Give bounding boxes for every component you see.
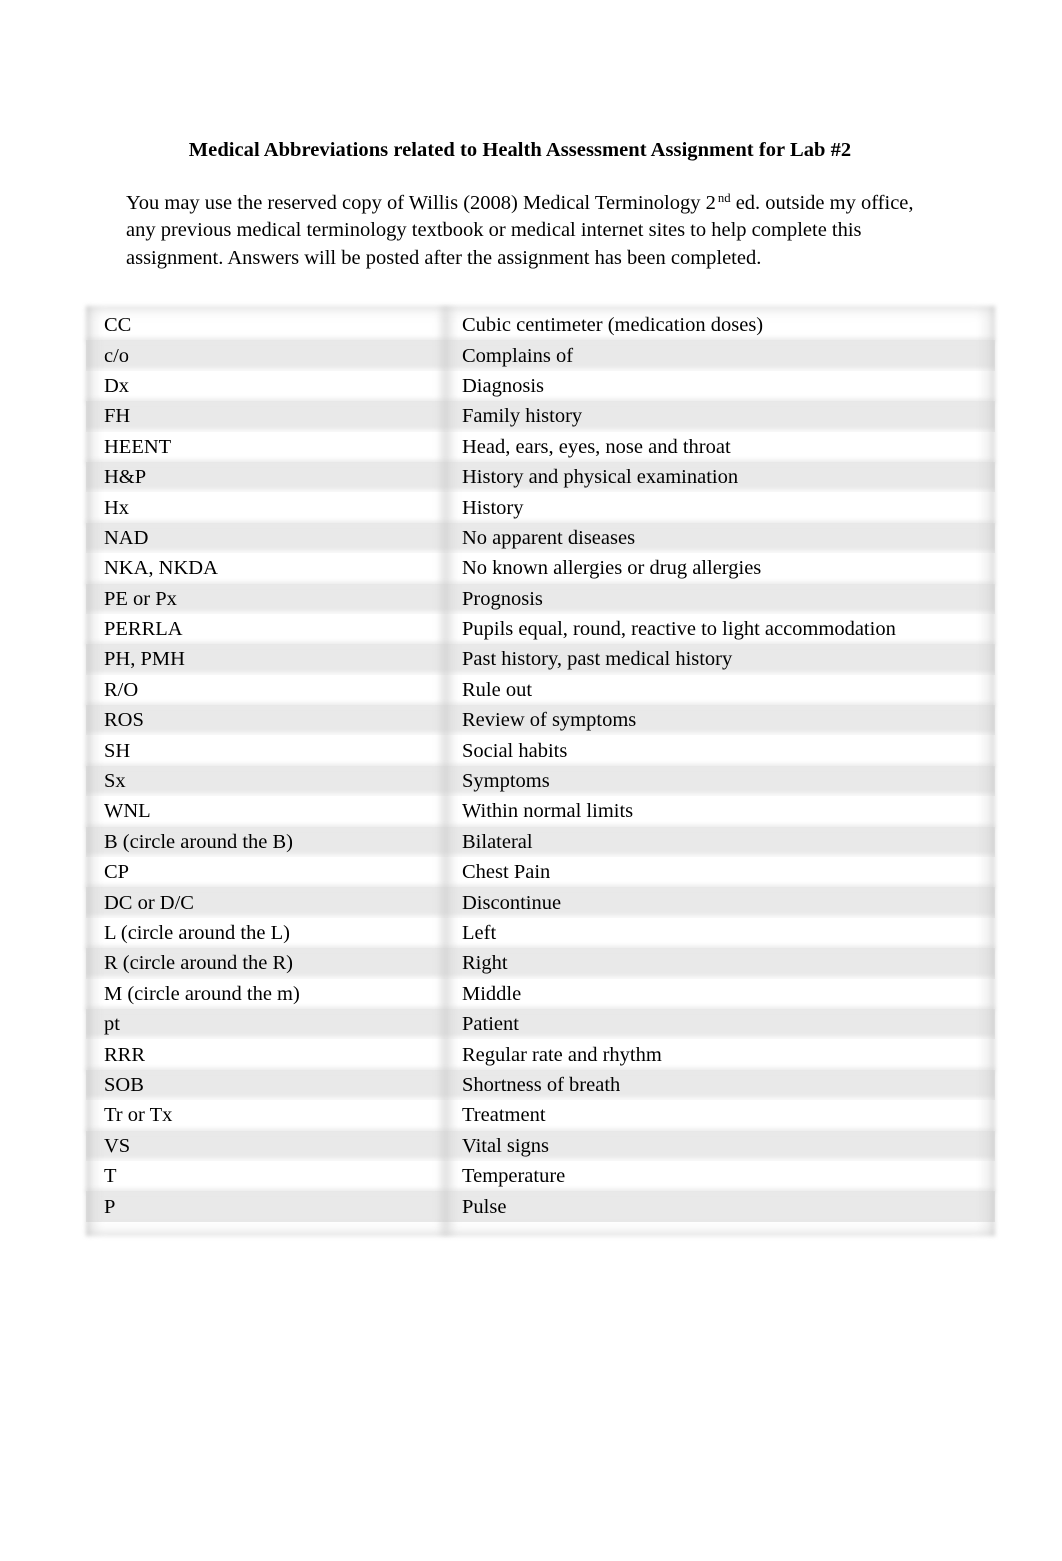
- meaning-cell: Regular rate and rhythm: [462, 1043, 662, 1066]
- meaning-cell: Treatment: [462, 1104, 546, 1127]
- abbreviation-cell: DC or D/C: [104, 891, 194, 914]
- abbreviation-cell: PH, PMH: [104, 648, 185, 671]
- abbreviation-cell: Dx: [104, 374, 130, 397]
- meaning-cell: Pupils equal, round, reactive to light a…: [462, 618, 896, 641]
- abbreviation-cell: B (circle around the B): [104, 830, 293, 853]
- document-page: Medical Abbreviations related to Health …: [0, 0, 1062, 1561]
- table-row: M (circle around the m) Middle: [86, 978, 995, 1009]
- abbreviation-cell: NAD: [104, 526, 149, 549]
- abbreviation-cell: CC: [104, 314, 132, 337]
- table-row: R (circle around the R) Right: [86, 948, 995, 979]
- meaning-cell: No apparent diseases: [462, 526, 636, 549]
- table-row: PE or Px Prognosis: [86, 583, 995, 614]
- intro-paragraph: You may use the reserved copy of Willis …: [126, 190, 938, 273]
- abbreviation-cell: M (circle around the m): [104, 982, 300, 1005]
- table-row: Tr or Tx Treatment: [86, 1100, 995, 1131]
- meaning-cell: No known allergies or drug allergies: [462, 557, 762, 580]
- table-row: RRR Regular rate and rhythm: [86, 1039, 995, 1070]
- abbreviation-cell: P: [104, 1195, 116, 1218]
- meaning-cell: Head, ears, eyes, nose and throat: [462, 435, 731, 458]
- table-row: Sx Symptoms: [86, 765, 995, 797]
- table-row: Dx Diagnosis: [86, 370, 995, 402]
- abbreviation-cell: WNL: [104, 800, 151, 823]
- meaning-cell: Prognosis: [462, 587, 543, 610]
- meaning-cell: Past history, past medical history: [462, 648, 733, 671]
- meaning-cell: Social habits: [462, 739, 568, 762]
- meaning-cell: Patient: [462, 1013, 519, 1036]
- abbreviation-cell: Tr or Tx: [104, 1104, 173, 1127]
- abbreviation-cell: ROS: [104, 709, 144, 732]
- abbreviation-cell: NKA, NKDA: [104, 557, 218, 580]
- abbreviation-cell: SOB: [104, 1073, 144, 1096]
- meaning-cell: Chest Pain: [462, 861, 551, 884]
- meaning-cell: Shortness of breath: [462, 1073, 621, 1096]
- table-row: T Temperature: [86, 1160, 995, 1192]
- abbreviation-cell: c/o: [104, 344, 130, 367]
- meaning-cell: Pulse: [462, 1195, 507, 1218]
- table-row: CP Chest Pain: [86, 857, 995, 888]
- meaning-cell: Vital signs: [462, 1134, 550, 1157]
- abbreviation-cell: HEENT: [104, 435, 172, 458]
- table-row: WNL Within normal limits: [86, 796, 995, 827]
- table-row: R/O Rule out: [86, 674, 995, 706]
- abbreviation-cell: R/O: [104, 678, 139, 701]
- table-row: FH Family history: [86, 401, 995, 432]
- meaning-cell: Family history: [462, 405, 583, 428]
- table-body: CC Cubic centimeter (medication doses) c/o…: [86, 310, 995, 1222]
- meaning-cell: Symptoms: [462, 770, 550, 793]
- abbreviation-cell: pt: [104, 1013, 120, 1036]
- page-title: Medical Abbreviations related to Health …: [188, 138, 852, 161]
- table-row: pt Patient: [86, 1008, 995, 1040]
- meaning-cell: Complains of: [462, 344, 574, 367]
- table-row: H&P History and physical examination: [86, 461, 995, 493]
- abbreviation-cell: SH: [104, 739, 131, 762]
- meaning-cell: Review of symptoms: [462, 709, 637, 732]
- meaning-cell: History: [462, 496, 524, 519]
- table-row: SOB Shortness of breath: [86, 1069, 995, 1101]
- abbreviation-cell: PE or Px: [104, 587, 177, 610]
- abbreviation-cell: T: [104, 1165, 117, 1188]
- abbreviation-cell: RRR: [104, 1043, 146, 1066]
- meaning-cell: Cubic centimeter (medication doses): [462, 314, 764, 337]
- meaning-cell: Diagnosis: [462, 374, 544, 397]
- table-row: L (circle around the L) Left: [86, 917, 995, 949]
- meaning-cell: Temperature: [462, 1165, 566, 1188]
- meaning-cell: Bilateral: [462, 830, 533, 853]
- abbreviation-cell: FH: [104, 405, 131, 428]
- abbreviation-cell: H&P: [104, 466, 147, 489]
- table-row: DC or D/C Discontinue: [86, 887, 995, 918]
- meaning-cell: Left: [462, 922, 497, 944]
- meaning-cell: Rule out: [462, 678, 533, 701]
- table-row: Hx History: [86, 492, 995, 523]
- table-row: HEENT Head, ears, eyes, nose and throat: [86, 431, 995, 462]
- table-row: PH, PMH Past history, past medical histor…: [86, 644, 995, 675]
- abbreviation-cell: PERRLA: [104, 618, 183, 641]
- table-row: ROS Review of symptoms: [86, 705, 995, 736]
- ordinal-superscript: nd: [717, 190, 731, 205]
- table-row: NKA, NKDA No known allergies or drug alle…: [86, 553, 995, 584]
- table-row: B (circle around the B) Bilateral: [86, 826, 995, 858]
- abbreviation-cell: VS: [104, 1134, 131, 1157]
- abbreviation-cell: Hx: [104, 496, 130, 519]
- abbreviations-table: CC Cubic centimeter (medication doses) c/o…: [86, 306, 995, 1236]
- meaning-cell: Discontinue: [462, 891, 562, 914]
- table-row: CC Cubic centimeter (medication doses): [86, 310, 995, 341]
- abbreviation-cell: L (circle around the L): [104, 922, 290, 944]
- meaning-cell: Middle: [462, 982, 522, 1005]
- table-row: SH Social habits: [86, 735, 995, 766]
- meaning-cell: Right: [462, 952, 508, 975]
- table-row: PERRLA Pupils equal, round, reactive to l…: [86, 613, 995, 645]
- table-row: VS Vital signs: [86, 1130, 995, 1161]
- intro-text-part-1: You may use the reserved copy of Willis …: [126, 191, 716, 214]
- meaning-cell: Within normal limits: [462, 800, 634, 823]
- abbreviation-cell: R (circle around the R): [104, 952, 293, 975]
- meaning-cell: History and physical examination: [462, 466, 739, 489]
- table-row: c/o Complains of: [86, 340, 995, 371]
- table-row: P Pulse: [86, 1191, 995, 1222]
- abbreviation-cell: Sx: [104, 770, 126, 793]
- table-row: NAD No apparent diseases: [86, 522, 995, 554]
- abbreviation-cell: CP: [104, 861, 130, 884]
